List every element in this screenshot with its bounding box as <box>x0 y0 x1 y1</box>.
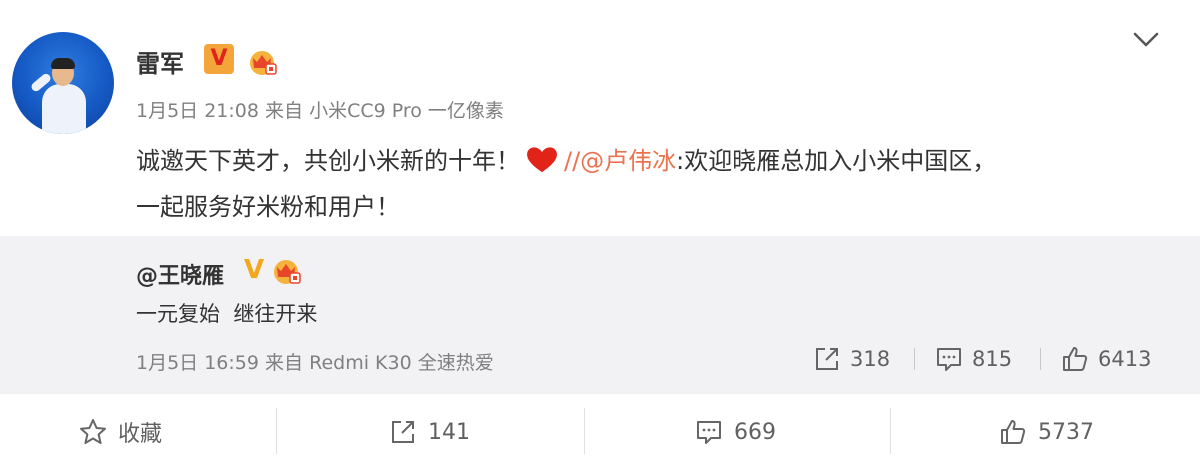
post-action-bar: 收藏 141 669 5737 <box>0 394 1200 468</box>
repost-block[interactable]: @王晓雁 V 一元复始 继往开来 1月5日 16:59 来自 Redmi K30… <box>0 236 1200 394</box>
divider <box>890 408 891 454</box>
repost-share-button[interactable]: 318 <box>812 342 890 376</box>
like-button[interactable]: 5737 <box>998 414 1094 450</box>
divider <box>1040 348 1041 370</box>
post-text-continued: :欢迎晓雁总加入小米中国区， <box>676 147 997 175</box>
vip-crown-icon[interactable] <box>270 256 302 286</box>
repost-source-device[interactable]: Redmi K30 全速热爱 <box>309 352 494 374</box>
verified-v-icon[interactable]: V <box>204 44 234 74</box>
repost-author-name[interactable]: @王晓雁 <box>136 258 224 290</box>
author-name[interactable]: 雷军 <box>136 44 184 79</box>
thumbs-up-icon <box>1001 420 1026 444</box>
weibo-post-card: 雷军 V 1月5日 21:08 来自 小米CC9 Pro 一亿像素 诚邀天下英才… <box>0 0 1200 468</box>
share-count: 141 <box>428 419 470 445</box>
post-source-device[interactable]: 小米CC9 Pro 一亿像素 <box>309 100 504 122</box>
favorite-label: 收藏 <box>118 422 163 447</box>
repost-meta: 1月5日 16:59 来自 Redmi K30 全速热爱 <box>136 348 494 375</box>
divider <box>276 408 277 454</box>
repost-comment-button[interactable]: 815 <box>934 342 1012 376</box>
share-button[interactable]: 141 <box>388 414 470 450</box>
divider <box>584 408 585 454</box>
post-source-prefix: 来自 <box>265 100 304 122</box>
share-icon <box>816 348 838 370</box>
star-icon <box>80 419 106 444</box>
thumbs-up-icon <box>1063 347 1088 371</box>
repost-share-count: 318 <box>850 347 891 371</box>
repost-source-prefix: 来自 <box>265 352 304 374</box>
repost-separator: // <box>564 147 581 175</box>
comment-icon <box>697 421 721 444</box>
author-avatar[interactable] <box>12 32 114 134</box>
heart-emoji-icon <box>527 147 557 173</box>
post-timestamp[interactable]: 1月5日 21:08 <box>136 100 259 122</box>
post-text-line2: 一起服务好米粉和用户！ <box>136 193 400 221</box>
favorite-button[interactable]: 收藏 <box>78 414 162 450</box>
vip-crown-icon[interactable] <box>246 46 278 76</box>
chevron-down-icon[interactable] <box>1132 30 1160 50</box>
comment-icon <box>937 348 961 371</box>
avatar-figure-hair <box>51 58 75 69</box>
repost-like-button[interactable]: 6413 <box>1060 342 1151 376</box>
post-text: 诚邀天下英才，共创小米新的十年！ <box>136 147 520 175</box>
like-count: 5737 <box>1038 419 1094 445</box>
share-icon <box>392 421 414 443</box>
post-content: 诚邀天下英才，共创小米新的十年！ //@卢伟冰:欢迎晓雁总加入小米中国区， 一起… <box>136 138 1166 230</box>
post-meta: 1月5日 21:08 来自 小米CC9 Pro 一亿像素 <box>136 96 504 123</box>
avatar-figure-body <box>42 84 86 134</box>
mention-link[interactable]: @卢伟冰 <box>580 147 676 175</box>
repost-timestamp[interactable]: 1月5日 16:59 <box>136 352 259 374</box>
comment-count: 669 <box>734 419 776 445</box>
repost-like-count: 6413 <box>1098 347 1152 371</box>
comment-button[interactable]: 669 <box>694 414 776 450</box>
repost-comment-count: 815 <box>972 347 1013 371</box>
repost-text: 一元复始 继往开来 <box>136 302 318 326</box>
divider <box>914 348 915 370</box>
verified-v-icon[interactable]: V <box>240 256 268 284</box>
